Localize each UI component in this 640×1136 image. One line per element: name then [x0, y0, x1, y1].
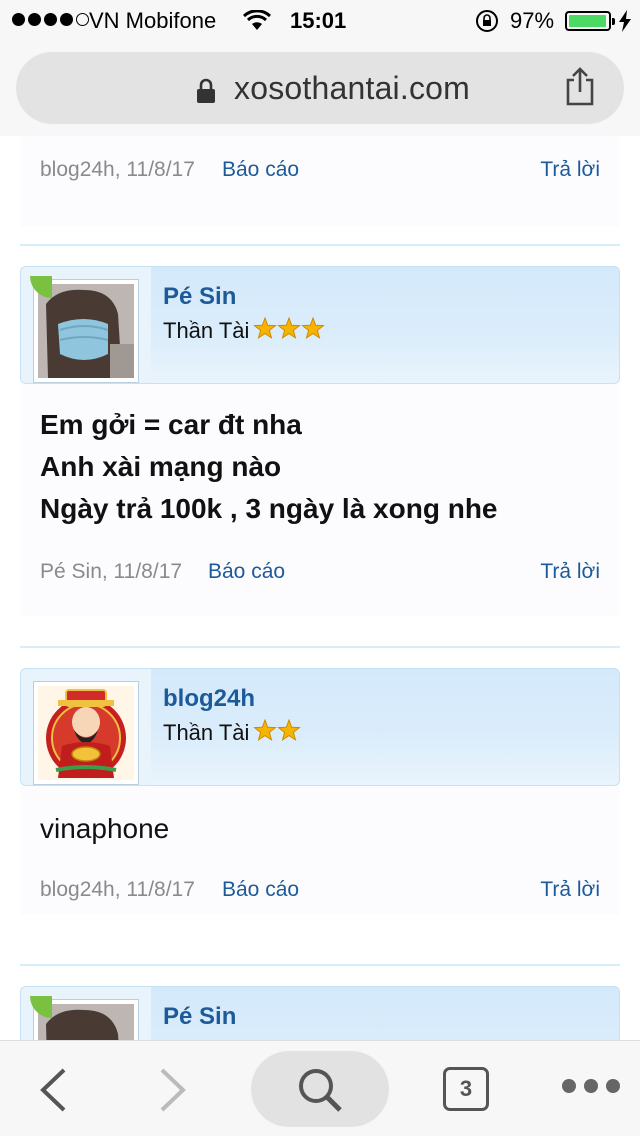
post-item: blog24h, 11/8/17 Báo cáo Trả lời [20, 136, 620, 226]
post-line: vinaphone [40, 813, 170, 844]
user-rank: Thần Tài [163, 316, 326, 347]
clock-time: 15:01 [290, 8, 347, 33]
post-item: blog24h Thần Tài vinaphone blog24h, 11/8… [20, 668, 620, 914]
address-bar[interactable]: xosothantai.com [16, 52, 624, 124]
masked-person-photo [38, 284, 134, 378]
username-link[interactable]: Pé Sin [163, 1003, 236, 1031]
url-text[interactable]: xosothantai.com [234, 70, 470, 107]
post-line: Ngày trả 100k , 3 ngày là xong nhe [40, 493, 498, 524]
rank-stars-icon [253, 718, 302, 749]
username-link[interactable]: Pé Sin [163, 283, 236, 311]
post-meta: blog24h, 11/8/17 [40, 158, 195, 181]
rank-label: Thần Tài [163, 317, 250, 343]
back-icon[interactable] [38, 1067, 68, 1118]
star-icon [253, 718, 278, 742]
post-line: Em gởi = car đt nha [40, 409, 302, 440]
charging-bolt-icon [618, 10, 632, 38]
post-user-header: blog24h Thần Tài [20, 668, 620, 786]
username-link[interactable]: blog24h [163, 685, 255, 713]
share-icon[interactable] [563, 66, 597, 113]
post-separator [20, 964, 620, 966]
carrier-name: VN Mobifone [89, 8, 217, 33]
thread-content: blog24h, 11/8/17 Báo cáo Trả lời Pé Sin … [0, 136, 640, 1040]
user-rank: Thần Tài [163, 718, 302, 749]
report-link[interactable]: Báo cáo [222, 878, 299, 902]
search-button[interactable] [251, 1051, 389, 1127]
rank-label: Thần Tài [163, 719, 250, 745]
post-body: vinaphone [40, 808, 169, 850]
tabs-button[interactable]: 3 [443, 1067, 489, 1111]
more-icon[interactable] [562, 1079, 620, 1093]
orientation-lock-icon [474, 9, 500, 39]
avatar-column [21, 669, 151, 785]
reply-link[interactable]: Trả lời [540, 560, 600, 584]
lock-icon [195, 78, 217, 109]
wifi-icon [242, 9, 272, 38]
forward-icon[interactable] [158, 1067, 188, 1118]
post-user-header: Pé Sin [20, 986, 620, 1040]
battery-icon [565, 11, 615, 31]
post-meta: blog24h, 11/8/17 [40, 878, 195, 901]
masked-person-photo [38, 1004, 134, 1040]
star-icon [253, 316, 278, 340]
post-body: Em gởi = car đt nha Anh xài mạng nào Ngà… [40, 404, 498, 530]
post-meta: Pé Sin, 11/8/17 [40, 560, 183, 583]
report-link[interactable]: Báo cáo [222, 158, 299, 182]
signal-strength-icon [12, 13, 89, 26]
star-icon [277, 316, 302, 340]
status-bar: VN Mobifone 15:01 97% [0, 0, 640, 40]
star-icon [277, 718, 302, 742]
reply-link[interactable]: Trả lời [540, 158, 600, 182]
report-link[interactable]: Báo cáo [208, 560, 285, 584]
god-of-wealth-image [38, 686, 134, 780]
star-icon [301, 316, 326, 340]
post-line: Anh xài mạng nào [40, 451, 282, 482]
avatar[interactable] [33, 681, 139, 785]
post-item: Pé Sin [20, 986, 620, 1040]
post-user-header: Pé Sin Thần Tài [20, 266, 620, 384]
rank-stars-icon [253, 316, 326, 347]
post-separator [20, 646, 620, 648]
reply-link[interactable]: Trả lời [540, 878, 600, 902]
post-item: Pé Sin Thần Tài Em gởi = car đt nha Anh … [20, 266, 620, 616]
post-separator [20, 244, 620, 246]
battery-percent: 97% [510, 8, 555, 33]
browser-address-area: xosothantai.com [0, 40, 640, 136]
browser-toolbar: 3 [0, 1040, 640, 1136]
search-icon [299, 1069, 342, 1112]
